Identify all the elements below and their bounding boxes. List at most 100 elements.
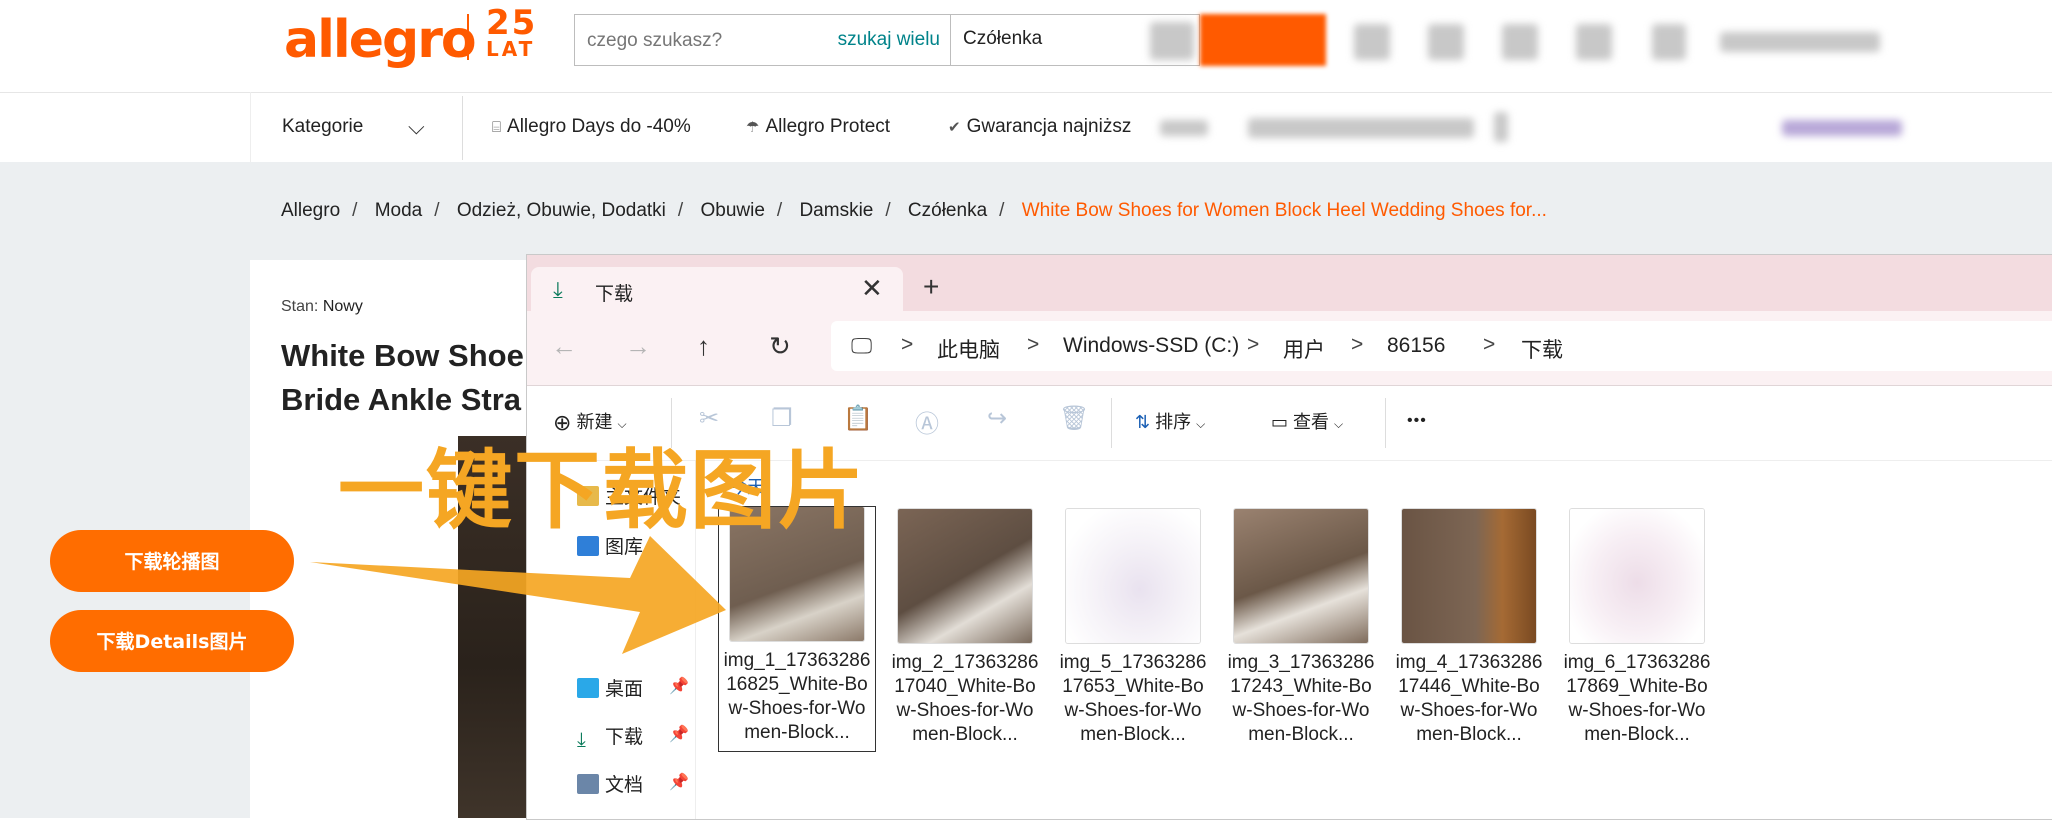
computer-icon: 🖵 <box>851 333 873 358</box>
explorer-tab[interactable]: ⤓ 下载 ✕ <box>531 267 903 313</box>
forward-arrow-icon[interactable]: → <box>625 331 651 362</box>
breadcrumb-item[interactable]: Allegro <box>281 200 340 221</box>
file-name: img_3_1736328617243_White-Bow-Shoes-for-… <box>1227 652 1375 745</box>
nav-link-allegro-days[interactable]: ⌸ Allegro Days do -40% <box>492 116 691 138</box>
anniversary-text: LAT <box>486 37 536 61</box>
blurred-region <box>1150 22 1194 60</box>
breadcrumb-item[interactable]: Damskie <box>799 200 873 221</box>
search-box: szukaj wielu <box>574 14 950 66</box>
umbrella-icon: ☂ <box>746 119 760 136</box>
chevron-down-icon[interactable]: ⌵ <box>408 114 425 140</box>
blurred-region <box>1782 120 1902 136</box>
share-icon[interactable]: ↪ <box>987 404 1007 433</box>
nav-link-guarantee[interactable]: ✔ Gwarancja najniższ <box>948 116 1131 138</box>
nav-item-label: 下载 <box>605 727 644 748</box>
rename-icon[interactable]: Ⓐ <box>915 404 939 439</box>
blurred-region <box>1160 120 1208 136</box>
nav-item-documents[interactable]: 文档 <box>577 770 643 797</box>
sort-label: 排序 <box>1155 412 1192 432</box>
file-thumbnail <box>898 509 1032 643</box>
anniversary-number: 25 <box>486 3 538 43</box>
product-title-line: Bride Ankle Stra <box>281 382 522 417</box>
tab-title: 下载 <box>595 284 634 305</box>
pin-icon[interactable]: 📌 <box>669 724 689 744</box>
breadcrumb-item[interactable]: Obuwie <box>700 200 764 221</box>
view-label: 查看 <box>1293 412 1330 432</box>
search-input[interactable] <box>585 25 809 57</box>
nav-item-label: 桌面 <box>605 679 644 700</box>
chevron-down-icon: ⌵ <box>1334 417 1344 431</box>
nav-item-label: 文档 <box>605 775 644 796</box>
back-arrow-icon[interactable]: ← <box>551 331 577 362</box>
file-name: img_5_1736328617653_White-Bow-Shoes-for-… <box>1059 652 1207 745</box>
download-icon: ⤓ <box>577 729 586 751</box>
download-carousel-button[interactable]: 下载轮播图 <box>50 530 294 592</box>
blurred-icon <box>1428 24 1464 60</box>
address-segment[interactable]: 用户 <box>1283 334 1325 364</box>
nav-divider <box>462 96 463 160</box>
file-item[interactable]: img_3_1736328617243_White-Bow-Shoes-for-… <box>1223 509 1379 747</box>
address-bar-row: ← → ↑ ↻ 🖵 > 此电脑 > Windows-SSD (C:) > 用户 … <box>527 311 2052 386</box>
nav-item-desktop[interactable]: 桌面 <box>577 674 643 701</box>
nav-link-label: Allegro Protect <box>765 116 891 137</box>
file-thumbnail <box>1234 509 1368 643</box>
address-bar[interactable]: 🖵 > 此电脑 > Windows-SSD (C:) > 用户 > 86156 … <box>831 321 2052 371</box>
condition-label: Stan: <box>281 298 319 315</box>
download-details-button[interactable]: 下载Details图片 <box>50 610 294 672</box>
sort-button[interactable]: ⇅ 排序 ⌵ <box>1135 408 1205 434</box>
blurred-icon <box>1502 24 1538 60</box>
address-segment[interactable]: Windows-SSD (C:) <box>1063 334 1239 358</box>
view-button[interactable]: ▭ 查看 ⌵ <box>1271 408 1343 434</box>
file-name: img_6_1736328617869_White-Bow-Shoes-for-… <box>1563 652 1711 745</box>
pin-icon[interactable]: 📌 <box>669 772 689 792</box>
pin-icon[interactable]: 📌 <box>669 676 689 696</box>
up-arrow-icon[interactable]: ↑ <box>697 331 710 362</box>
refresh-icon[interactable]: ↻ <box>769 331 791 362</box>
file-item[interactable]: img_4_1736328617446_White-Bow-Shoes-for-… <box>1391 509 1547 747</box>
breadcrumb-item[interactable]: Odzież, Obuwie, Dodatki <box>457 200 666 221</box>
search-button[interactable] <box>1200 14 1326 66</box>
delete-icon[interactable]: 🗑 <box>1059 404 1089 433</box>
nav-link-allegro-protect[interactable]: ☂ Allegro Protect <box>746 116 890 138</box>
more-options-button[interactable]: ••• <box>1407 412 1427 430</box>
logo-divider <box>467 14 469 60</box>
blurred-icon <box>1576 24 1612 60</box>
search-many-link[interactable]: szukaj wielu <box>838 29 940 51</box>
blurred-region <box>1248 118 1474 138</box>
breadcrumb-item[interactable]: Czółenka <box>908 200 987 221</box>
documents-icon <box>577 774 599 794</box>
nav-link-label: Gwarancja najniższ <box>966 116 1132 137</box>
product-condition: Stan: Nowy <box>281 298 363 316</box>
desktop-icon <box>577 678 599 698</box>
new-tab-button[interactable]: + <box>923 271 939 303</box>
categories-menu[interactable]: Kategorie <box>282 116 363 138</box>
file-item[interactable]: img_2_1736328617040_White-Bow-Shoes-for-… <box>887 509 1043 747</box>
download-icon: ⤓ <box>553 277 563 302</box>
blurred-account <box>1720 32 1880 52</box>
nav-link-label: Allegro Days do -40% <box>507 116 691 137</box>
chevron-down-icon: ⌵ <box>1196 417 1206 431</box>
overlay-title: 一键下载图片 <box>338 441 866 541</box>
blurred-icon <box>1652 24 1686 60</box>
file-name: img_4_1736328617446_White-Bow-Shoes-for-… <box>1395 652 1543 745</box>
file-thumbnail <box>1066 509 1200 643</box>
file-thumbnail <box>1402 509 1536 643</box>
sort-icon: ⇅ <box>1135 412 1151 432</box>
close-icon[interactable]: ✕ <box>861 273 883 304</box>
file-item[interactable]: img_5_1736328617653_White-Bow-Shoes-for-… <box>1055 509 1211 747</box>
address-segment[interactable]: 86156 <box>1387 334 1445 358</box>
file-thumbnail <box>1570 509 1704 643</box>
product-title-line: White Bow Shoe <box>281 338 524 373</box>
blurred-region <box>1494 112 1508 142</box>
address-segment[interactable]: 下载 <box>1521 334 1563 364</box>
allegro-logo[interactable]: allegro <box>284 10 477 70</box>
nav-item-downloads[interactable]: ⤓ 下载 <box>577 722 644 751</box>
product-title: White Bow Shoe Bride Ankle Stra <box>281 334 531 422</box>
address-segment[interactable]: 此电脑 <box>937 334 1000 364</box>
percent-tag-icon: ⌸ <box>492 119 502 136</box>
file-name: img_2_1736328617040_White-Bow-Shoes-for-… <box>891 652 1039 745</box>
view-icon: ▭ <box>1271 412 1289 432</box>
file-item[interactable]: img_6_1736328617869_White-Bow-Shoes-for-… <box>1559 509 1715 747</box>
badge-check-icon: ✔ <box>948 119 961 136</box>
breadcrumb-item[interactable]: Moda <box>375 200 423 221</box>
